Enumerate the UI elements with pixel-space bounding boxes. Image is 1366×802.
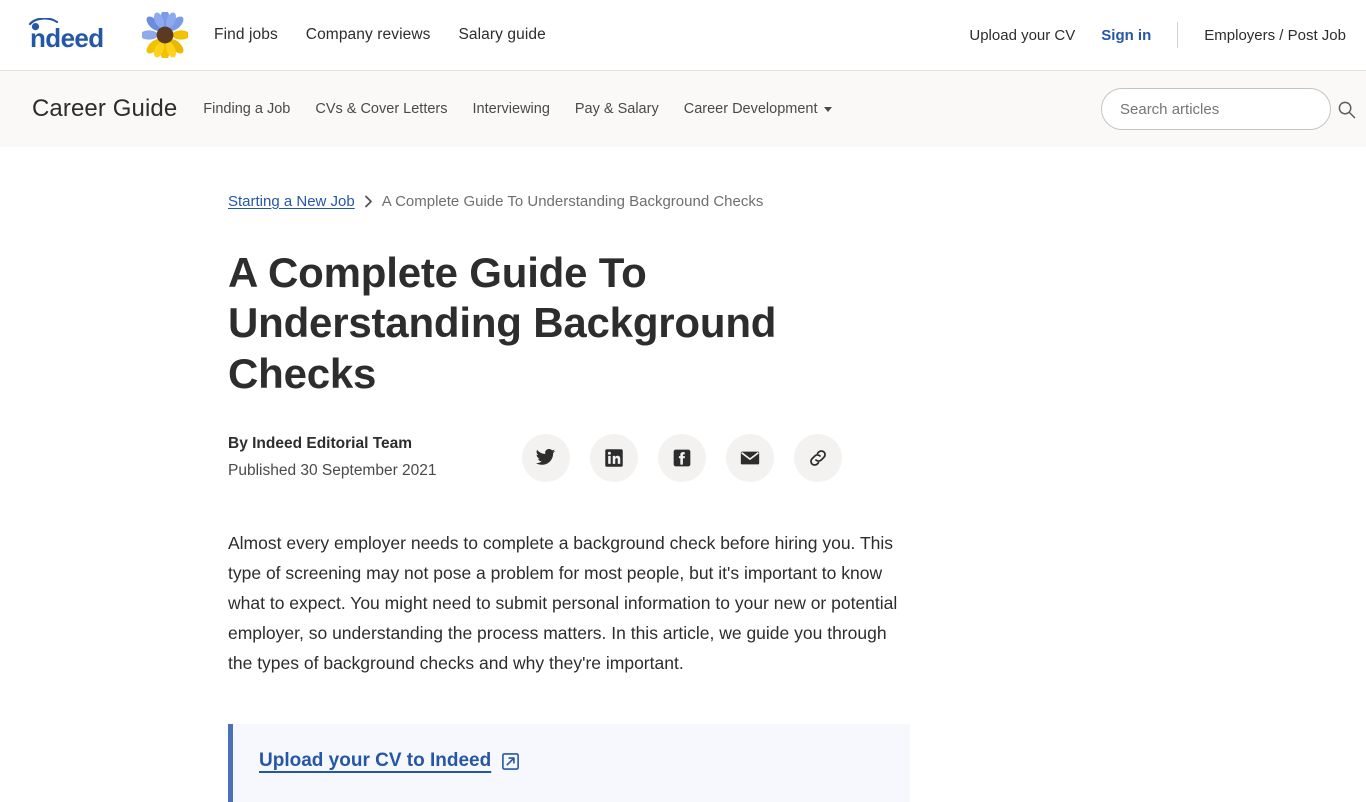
- nav-company-reviews[interactable]: Company reviews: [306, 26, 431, 44]
- upload-cv-link[interactable]: Upload your CV: [969, 27, 1075, 44]
- indeed-wordmark-icon: ndeed: [26, 18, 134, 52]
- global-nav: Find jobs Company reviews Salary guide: [214, 26, 546, 44]
- header-divider: [1177, 22, 1179, 48]
- sign-in-link[interactable]: Sign in: [1101, 27, 1151, 44]
- callout-link-label: Upload your CV to Indeed: [259, 750, 492, 772]
- guide-nav-label: Career Development: [683, 101, 818, 117]
- twitter-icon: [535, 447, 556, 468]
- article-published-date: Published 30 September 2021: [228, 461, 437, 479]
- envelope-icon: [739, 447, 761, 469]
- svg-text:ndeed: ndeed: [30, 23, 104, 52]
- article-lead-paragraph: Almost every employer needs to complete …: [228, 533, 898, 674]
- career-guide-nav: Finding a Job CVs & Cover Letters Interv…: [203, 101, 832, 117]
- nav-salary-guide[interactable]: Salary guide: [458, 26, 545, 44]
- link-icon: [807, 447, 829, 469]
- guide-nav-pay-salary[interactable]: Pay & Salary: [575, 101, 659, 117]
- guide-nav-finding-a-job[interactable]: Finding a Job: [203, 101, 290, 117]
- indeed-logo-link[interactable]: ndeed: [26, 12, 188, 58]
- chevron-down-icon: [823, 106, 832, 112]
- facebook-share-button[interactable]: [657, 433, 706, 482]
- guide-nav-interviewing[interactable]: Interviewing: [473, 101, 550, 117]
- linkedin-icon: [604, 448, 624, 468]
- search-area: [1101, 88, 1356, 130]
- nav-find-jobs[interactable]: Find jobs: [214, 26, 278, 44]
- global-header-actions: Upload your CV Sign in Employers / Post …: [969, 22, 1346, 48]
- employers-post-job-link[interactable]: Employers / Post Job: [1204, 27, 1346, 44]
- linkedin-share-button[interactable]: [589, 433, 638, 482]
- facebook-icon: [672, 448, 692, 468]
- article-main: Starting a New Job A Complete Guide To U…: [0, 147, 1366, 802]
- upload-cv-callout: Upload your CV to Indeed: [228, 724, 910, 802]
- share-buttons: [521, 433, 842, 482]
- article-container: Starting a New Job A Complete Guide To U…: [228, 193, 910, 802]
- byline: By Indeed Editorial Team Published 30 Se…: [228, 433, 437, 482]
- chevron-right-icon: [364, 195, 373, 208]
- search-input[interactable]: [1101, 88, 1331, 130]
- page-title: A Complete Guide To Understanding Backgr…: [228, 249, 777, 397]
- breadcrumb: Starting a New Job A Complete Guide To U…: [228, 193, 910, 210]
- guide-nav-career-development[interactable]: Career Development: [684, 101, 832, 117]
- twitter-share-button[interactable]: [521, 433, 570, 482]
- guide-nav-label: Pay & Salary: [574, 101, 659, 117]
- guide-nav-label: CVs & Cover Letters: [315, 101, 448, 117]
- guide-nav-cvs-cover-letters[interactable]: CVs & Cover Letters: [315, 101, 447, 117]
- guide-nav-label: Interviewing: [472, 101, 550, 117]
- copy-link-button[interactable]: [793, 433, 842, 482]
- email-share-button[interactable]: [725, 433, 774, 482]
- career-guide-title: Career Guide: [32, 95, 178, 122]
- career-guide-bar: Career Guide Finding a Job CVs & Cover L…: [0, 71, 1366, 147]
- global-header: ndeed Find jobs Company reviews Salary g…: [0, 0, 1366, 71]
- breadcrumb-parent-link[interactable]: Starting a New Job: [228, 193, 355, 210]
- breadcrumb-current: A Complete Guide To Understanding Backgr…: [381, 193, 764, 210]
- article-author: By Indeed Editorial Team: [228, 435, 413, 453]
- guide-nav-label: Finding a Job: [203, 101, 291, 117]
- sunflower-icon: [142, 12, 188, 58]
- byline-row: By Indeed Editorial Team Published 30 Se…: [228, 433, 910, 482]
- upload-cv-to-indeed-link[interactable]: Upload your CV to Indeed: [259, 750, 520, 772]
- search-icon[interactable]: [1337, 100, 1356, 119]
